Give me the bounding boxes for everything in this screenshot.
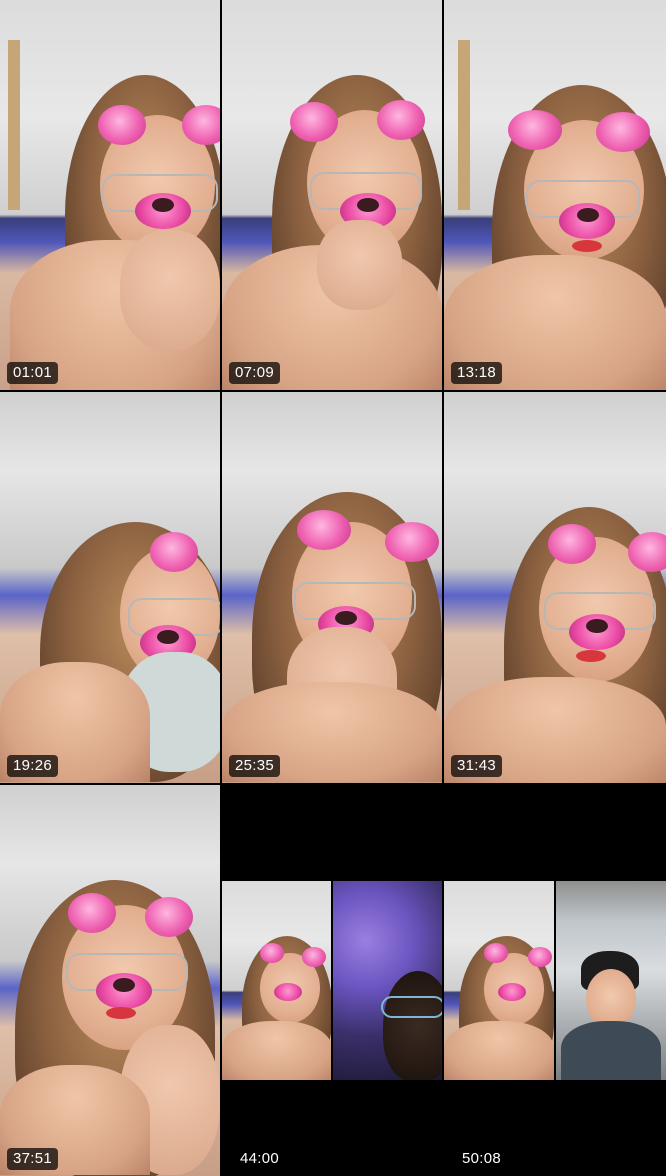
face xyxy=(586,969,636,1029)
hair xyxy=(383,971,442,1080)
frame-thumbnail[interactable]: 07:09 xyxy=(222,0,442,390)
dog-ear-left xyxy=(98,105,146,145)
frame-thumbnail[interactable]: 31:43 xyxy=(444,392,666,783)
video-frame-grid: 01:01 07:09 13:18 19:26 25:35 31:43 37:5… xyxy=(0,0,666,1176)
split-left xyxy=(222,881,331,1080)
dog-ear-right xyxy=(528,947,552,967)
split-right xyxy=(333,881,442,1080)
dog-snout xyxy=(274,983,302,1001)
dog-ear-right xyxy=(145,897,193,937)
split-screen-frame xyxy=(444,881,666,1080)
dog-ear-left xyxy=(297,510,351,550)
timestamp-label: 50:08 xyxy=(462,1150,502,1167)
dog-ear-right xyxy=(302,947,326,967)
person-body xyxy=(561,1021,661,1080)
person-body xyxy=(444,1021,554,1080)
dog-ear-left xyxy=(548,524,596,564)
frame-thumbnail[interactable]: 13:18 xyxy=(444,0,666,390)
hand xyxy=(317,220,402,310)
dog-nose xyxy=(157,630,179,644)
dog-ear-right xyxy=(385,522,439,562)
dog-ear-left xyxy=(150,532,198,572)
timestamp-label: 37:51 xyxy=(7,1148,59,1170)
dog-nose xyxy=(335,611,357,625)
dog-ear-left xyxy=(260,943,284,963)
lips xyxy=(576,650,606,662)
dog-ear-left xyxy=(68,893,116,933)
split-screen-frame xyxy=(222,881,442,1080)
timestamp-label: 07:09 xyxy=(229,362,281,384)
frame-thumbnail[interactable]: 25:35 xyxy=(222,392,442,783)
person-body xyxy=(222,1021,331,1080)
timestamp-label: 25:35 xyxy=(229,755,281,777)
timestamp-label: 19:26 xyxy=(7,755,59,777)
dog-ear-left xyxy=(508,110,562,150)
split-left xyxy=(444,881,554,1080)
hand xyxy=(120,230,220,350)
lips xyxy=(106,1007,136,1019)
timestamp-label: 01:01 xyxy=(7,362,59,384)
headphones xyxy=(381,996,442,1018)
frame-thumbnail[interactable]: 44:00 xyxy=(222,785,442,1176)
dog-nose xyxy=(152,198,174,212)
shelf xyxy=(458,40,470,210)
frame-thumbnail[interactable]: 50:08 xyxy=(444,785,666,1176)
frame-thumbnail[interactable]: 01:01 xyxy=(0,0,220,390)
dog-nose xyxy=(586,619,608,633)
dog-ear-left xyxy=(290,102,338,142)
lips xyxy=(572,240,602,252)
dog-snout xyxy=(498,983,526,1001)
dog-nose xyxy=(577,208,599,222)
dog-ear-right xyxy=(377,100,425,140)
split-right xyxy=(556,881,666,1080)
dog-ear-left xyxy=(484,943,508,963)
timestamp-label: 13:18 xyxy=(451,362,503,384)
dog-nose xyxy=(113,978,135,992)
dog-ear-right xyxy=(596,112,650,152)
shelf xyxy=(8,40,20,210)
frame-thumbnail[interactable]: 19:26 xyxy=(0,392,220,783)
timestamp-label: 31:43 xyxy=(451,755,503,777)
dog-nose xyxy=(357,198,379,212)
frame-thumbnail[interactable]: 37:51 xyxy=(0,785,220,1176)
timestamp-label: 44:00 xyxy=(240,1150,280,1167)
